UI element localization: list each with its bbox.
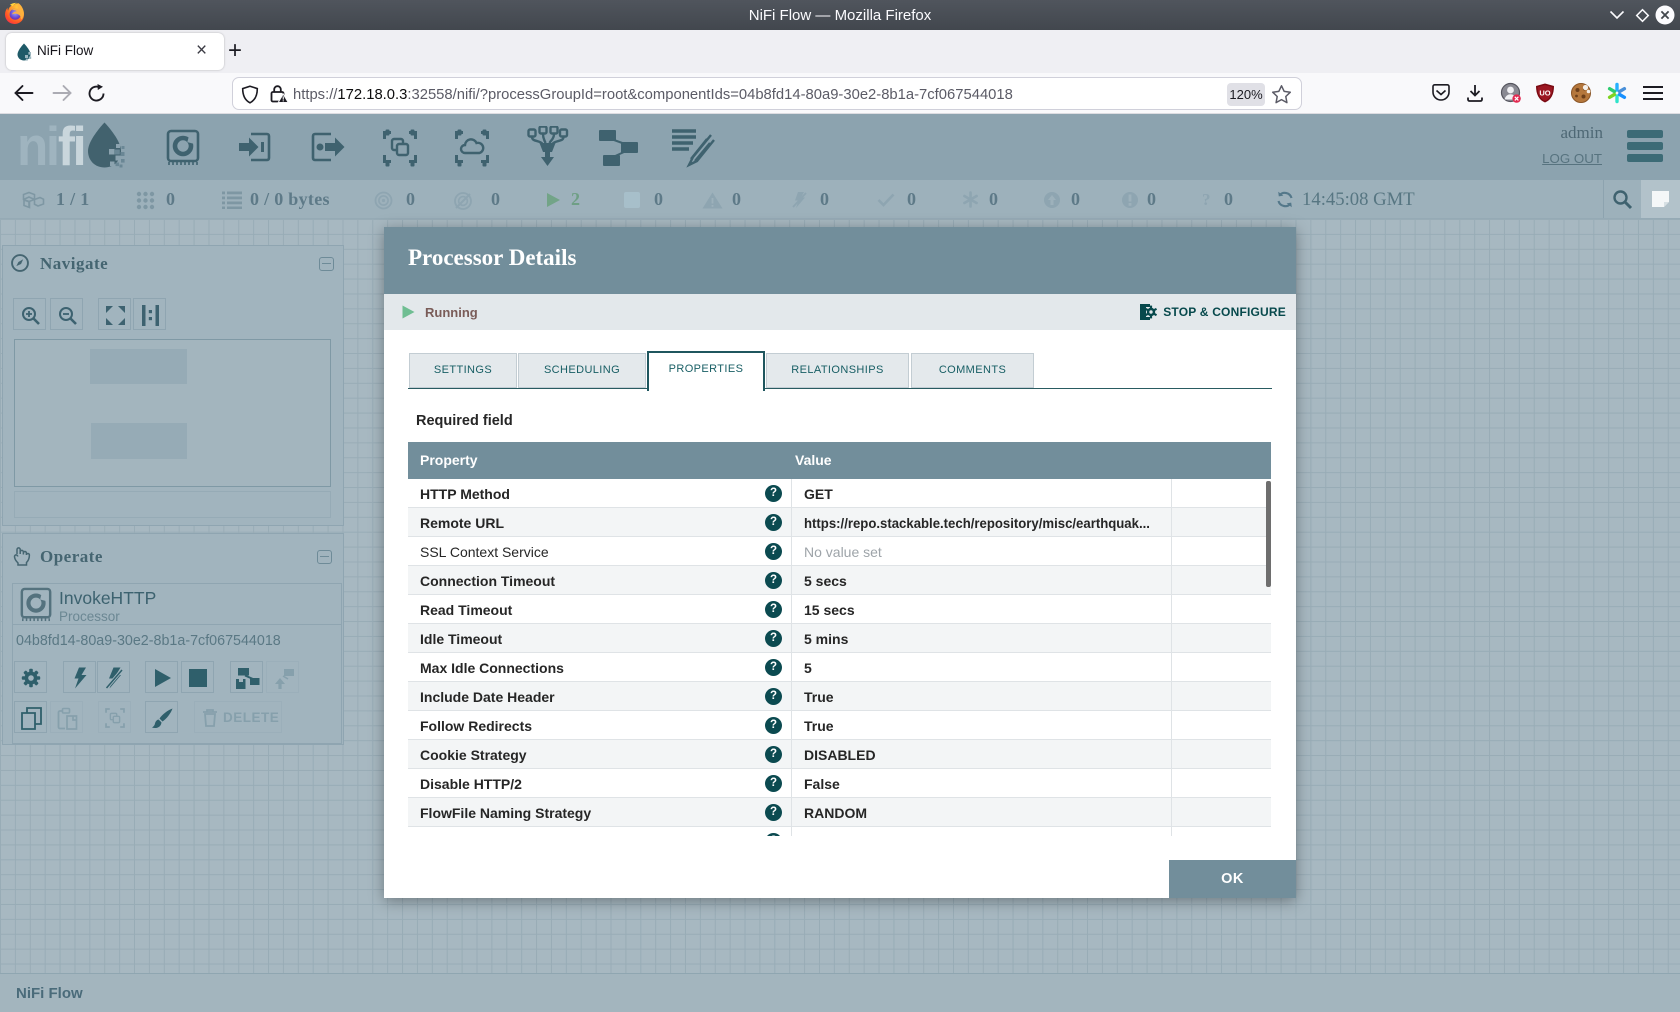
svg-text:UO: UO: [1539, 89, 1550, 98]
